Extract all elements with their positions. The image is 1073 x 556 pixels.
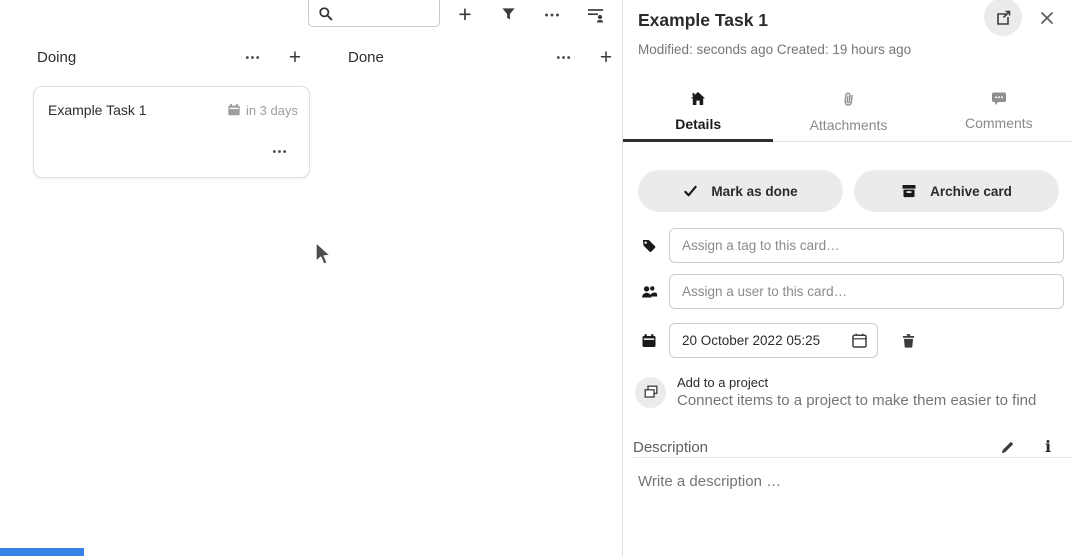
card-due-date: in 3 days [227, 103, 298, 118]
assign-tag-input[interactable] [669, 228, 1064, 263]
description-header: Description i [633, 437, 1073, 458]
panel-meta: Modified: seconds ago Created: 19 hours … [638, 42, 911, 57]
plus-icon: + [458, 3, 471, 26]
add-card-button[interactable]: + [280, 44, 310, 70]
tag-icon [638, 238, 660, 254]
pencil-icon [1000, 440, 1015, 455]
due-date-value: 20 October 2022 05:25 [682, 333, 851, 348]
board-menu-button[interactable] [536, 0, 568, 29]
checkmark-icon [683, 184, 698, 198]
card-due-label: in 3 days [246, 103, 298, 118]
filter-button[interactable] [492, 0, 524, 29]
filter-icon [501, 7, 516, 22]
panel-title: Example Task 1 [638, 10, 768, 31]
search-input[interactable] [337, 3, 435, 23]
add-list-button[interactable]: + [449, 0, 481, 29]
tab-label: Attachments [810, 117, 888, 133]
tab-details[interactable]: Details [623, 85, 773, 141]
tab-comments[interactable]: Comments [924, 85, 1073, 141]
more-dots-icon [272, 144, 287, 159]
column-menu-button[interactable] [548, 44, 578, 70]
info-icon: i [1045, 439, 1051, 455]
card-actions: Mark as done Archive card [638, 170, 1059, 212]
add-to-project-row[interactable]: Add to a project Connect items to a proj… [635, 375, 1065, 409]
task-card[interactable]: Example Task 1 in 3 days [33, 86, 310, 178]
close-icon [1040, 11, 1054, 25]
panel-tabs: Details Attachments Comments [623, 85, 1073, 142]
user-row [638, 274, 1064, 309]
open-in-window-button[interactable] [984, 0, 1022, 36]
plus-icon: + [289, 47, 301, 68]
date-picker-button[interactable] [851, 332, 868, 349]
tag-row [638, 228, 1064, 263]
trash-icon [901, 333, 916, 349]
archive-card-label: Archive card [930, 184, 1012, 199]
more-dots-icon [556, 50, 571, 65]
accent-progress-bar [0, 548, 84, 556]
due-date-field[interactable]: 20 October 2022 05:25 [669, 323, 878, 358]
calendar-icon [638, 333, 660, 349]
column-header-doing: Doing + [37, 44, 310, 70]
mark-as-done-label: Mark as done [711, 184, 797, 199]
plus-icon: + [600, 47, 612, 68]
paperclip-icon [840, 90, 857, 108]
kanban-board: + Doing + [0, 0, 622, 556]
remove-date-button[interactable] [901, 333, 916, 349]
card-menu-button[interactable] [264, 138, 294, 164]
column-menu-button[interactable] [237, 44, 267, 70]
close-panel-button[interactable] [1034, 6, 1060, 30]
column-title: Doing [37, 49, 76, 66]
description-info-button[interactable]: i [1038, 437, 1058, 457]
due-date-row: 20 October 2022 05:25 [638, 323, 1064, 358]
calendar-icon [227, 103, 241, 117]
more-dots-icon [544, 7, 560, 23]
archive-card-button[interactable]: Archive card [854, 170, 1059, 212]
archive-icon [901, 183, 917, 199]
more-dots-icon [245, 50, 260, 65]
tab-attachments[interactable]: Attachments [773, 85, 923, 141]
users-icon [638, 284, 660, 299]
assign-user-input[interactable] [669, 274, 1064, 309]
column-title: Done [348, 49, 384, 66]
calendar-outline-icon [851, 332, 868, 349]
sort-list-person-icon [587, 7, 604, 23]
column-header-done: Done + [348, 44, 621, 70]
mouse-cursor [314, 241, 333, 268]
external-link-icon [995, 9, 1012, 26]
tab-label: Comments [965, 115, 1033, 131]
search-box[interactable] [308, 0, 440, 27]
sort-by-user-button[interactable] [579, 0, 611, 29]
edit-description-button[interactable] [997, 437, 1017, 457]
project-row-title: Add to a project [677, 375, 1036, 390]
card-title: Example Task 1 [48, 102, 227, 118]
add-card-button[interactable]: + [591, 44, 621, 70]
search-icon [318, 6, 334, 22]
card-details-panel: Example Task 1 Modified: seconds ago Cre… [622, 0, 1073, 556]
comment-bubble-icon [991, 91, 1007, 106]
tab-label: Details [675, 116, 721, 132]
mark-as-done-button[interactable]: Mark as done [638, 170, 843, 212]
description-placeholder[interactable]: Write a description … [638, 473, 781, 490]
project-frames-icon [635, 377, 666, 408]
project-row-subtitle: Connect items to a project to make them … [677, 392, 1036, 409]
description-label: Description [633, 439, 997, 456]
home-icon [690, 91, 706, 107]
